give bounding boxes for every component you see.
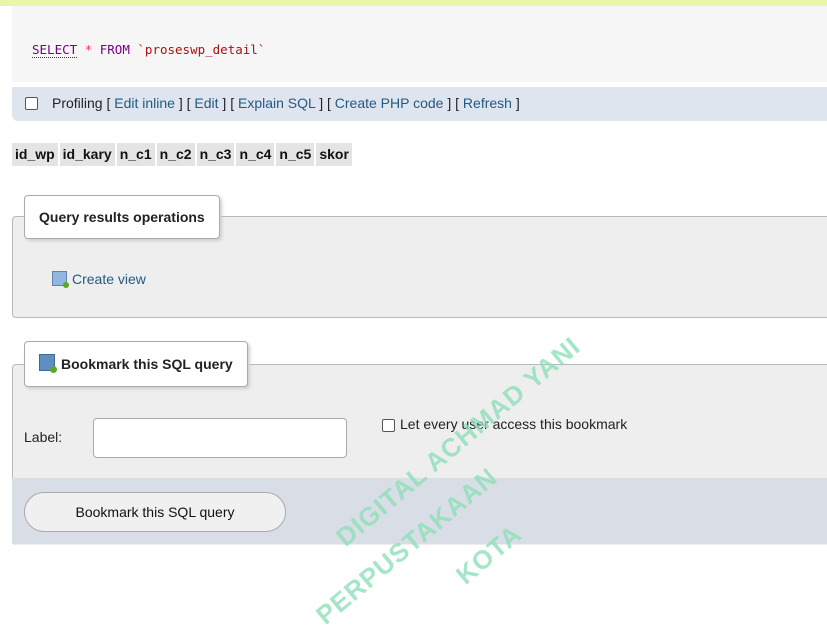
- edit-inline-link[interactable]: Edit inline: [114, 95, 175, 111]
- sql-query-box: SELECT * FROM `proseswp_detail`: [12, 6, 827, 82]
- column-header-n-c3[interactable]: n_c3: [196, 143, 235, 166]
- bookmark-submit-button[interactable]: Bookmark this SQL query: [24, 492, 286, 532]
- sql-keyword-from: FROM: [99, 42, 130, 57]
- create-php-code-link[interactable]: Create PHP code: [335, 95, 444, 111]
- column-header-n-c4[interactable]: n_c4: [236, 143, 275, 166]
- column-header-n-c1[interactable]: n_c1: [116, 143, 155, 166]
- column-header-skor[interactable]: skor: [316, 143, 352, 166]
- bookmark-legend: Bookmark this SQL query: [24, 341, 248, 387]
- create-view-action[interactable]: Create view: [52, 271, 146, 288]
- column-header-n-c2[interactable]: n_c2: [156, 143, 195, 166]
- sql-query-text: SELECT * FROM `proseswp_detail`: [32, 42, 266, 58]
- column-header-n-c5[interactable]: n_c5: [276, 143, 315, 166]
- share-bookmark-label[interactable]: Let every user access this bookmark: [400, 416, 627, 432]
- column-header-id-kary[interactable]: id_kary: [59, 143, 115, 166]
- profiling-label: Profiling: [52, 95, 103, 111]
- result-table-header: id_wp id_kary n_c1 n_c2 n_c3 n_c4 n_c5 s…: [12, 143, 352, 166]
- query-results-operations-legend: Query results operations: [24, 195, 220, 239]
- explain-sql-link[interactable]: Explain SQL: [238, 95, 315, 111]
- column-header-id-wp[interactable]: id_wp: [12, 143, 58, 166]
- sql-keyword-select[interactable]: SELECT: [32, 42, 78, 58]
- edit-link[interactable]: Edit: [194, 95, 218, 111]
- bookmark-label-text: Label:: [24, 429, 63, 445]
- bookmark-icon: [39, 354, 57, 373]
- share-bookmark-checkbox[interactable]: [382, 419, 395, 432]
- profiling-checkbox[interactable]: [25, 97, 38, 110]
- profiling-bar: Profiling [ Edit inline ] [ Edit ] [ Exp…: [12, 87, 827, 121]
- create-view-link[interactable]: Create view: [72, 271, 146, 287]
- refresh-link[interactable]: Refresh: [463, 95, 512, 111]
- bookmark-label-input[interactable]: [93, 418, 347, 458]
- sql-table-name: `proseswp_detail`: [137, 42, 266, 57]
- bookmark-legend-text: Bookmark this SQL query: [61, 356, 233, 372]
- create-view-icon: [52, 271, 69, 288]
